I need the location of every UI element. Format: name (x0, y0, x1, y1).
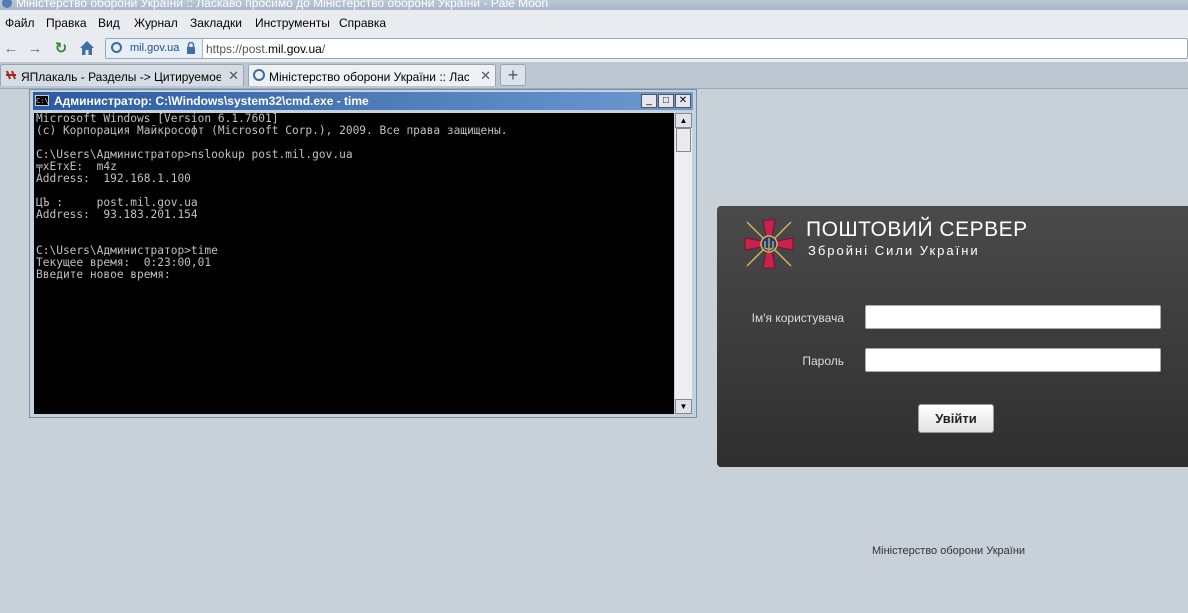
cmd-titlebar[interactable]: C:\ Администратор: C:\Windows\system32\c… (33, 92, 693, 110)
tab-label: Міністерство оборони України :: Ласка... (269, 70, 469, 84)
window-title: Міністерство оборони України :: Ласкаво … (16, 0, 549, 10)
login-panel: ПОШТОВИЙ СЕРВЕР Збройні Сили України Ім'… (717, 206, 1188, 467)
cmd-icon: C:\ (35, 95, 49, 106)
login-button[interactable]: Увійти (918, 404, 994, 433)
login-subtitle: Збройні Сили України (808, 243, 980, 258)
menu-view[interactable]: Вид (98, 16, 120, 30)
back-arrow-icon[interactable]: ← (2, 40, 20, 58)
url-suffix: / (321, 42, 326, 56)
username-label: Ім'я користувача (751, 311, 844, 325)
reload-icon[interactable]: ↻ (52, 40, 70, 58)
close-window-button[interactable]: ✕ (675, 94, 691, 108)
globe-icon (111, 42, 122, 53)
close-icon[interactable]: ✕ (480, 68, 491, 84)
footer-text: Міністерство оборони України (872, 545, 1026, 557)
scroll-up-arrow-icon[interactable]: ▲ (675, 113, 692, 128)
console-output[interactable]: Microsoft Windows [Version 6.1.7601] (c)… (34, 113, 674, 414)
forward-arrow-icon[interactable]: → (26, 40, 44, 58)
navigation-toolbar: ← → ↻ mil.gov.ua https://post.mil.gov.ua… (0, 36, 1188, 62)
menu-file[interactable]: Файл (5, 16, 35, 30)
home-icon[interactable] (78, 40, 96, 58)
address-bar[interactable]: mil.gov.ua https://post.mil.gov.ua/ (105, 38, 1188, 59)
tab-strip: ЯПлакаль - Разделы -> Цитируемое с... ✕ … (0, 62, 1188, 89)
minimize-button[interactable]: _ (641, 94, 657, 108)
tab-yaplakal[interactable]: ЯПлакаль - Разделы -> Цитируемое с... ✕ (0, 64, 244, 86)
login-title: ПОШТОВИЙ СЕРВЕР (806, 218, 1028, 241)
lock-icon (187, 42, 195, 54)
maximize-button[interactable]: □ (658, 94, 674, 108)
menu-tools[interactable]: Инструменты (255, 16, 330, 30)
plus-icon[interactable]: + (500, 64, 526, 86)
cmd-window[interactable]: C:\ Администратор: C:\Windows\system32\c… (29, 89, 697, 418)
menu-edit[interactable]: Правка (46, 16, 87, 30)
password-input[interactable] (865, 348, 1161, 372)
site-identity-button[interactable]: mil.gov.ua (106, 39, 203, 58)
site-identity-domain: mil.gov.ua (130, 42, 180, 54)
browser-icon (2, 0, 12, 8)
console-scrollbar[interactable]: ▲ ▼ (675, 113, 692, 414)
close-icon[interactable]: ✕ (228, 68, 239, 84)
yaplakal-favicon-icon (6, 70, 16, 80)
password-label: Пароль (802, 354, 844, 368)
username-input[interactable] (865, 305, 1161, 329)
menu-history[interactable]: Журнал (134, 16, 178, 30)
tab-mil-gov-ua[interactable]: Міністерство оборони України :: Ласка...… (248, 64, 496, 86)
globe-favicon-icon (253, 69, 265, 81)
scroll-thumb[interactable] (676, 128, 691, 152)
window-titlebar: Міністерство оборони України :: Ласкаво … (0, 0, 1188, 10)
menu-help[interactable]: Справка (339, 16, 386, 30)
url-domain: mil.gov.ua (268, 42, 322, 56)
scroll-down-arrow-icon[interactable]: ▼ (675, 399, 692, 414)
cmd-title: Администратор: C:\Windows\system32\cmd.e… (54, 94, 369, 108)
armed-forces-emblem-icon (744, 219, 794, 269)
url-text: https://post.mil.gov.ua/ (206, 42, 325, 56)
menu-bar: Файл Правка Вид Журнал Закладки Инструме… (0, 10, 1188, 36)
url-prefix: https://post. (206, 42, 269, 56)
menu-bookmarks[interactable]: Закладки (190, 16, 242, 30)
console-text: Microsoft Windows [Version 6.1.7601] (c)… (36, 113, 508, 281)
tab-label: ЯПлакаль - Разделы -> Цитируемое с... (21, 70, 221, 84)
